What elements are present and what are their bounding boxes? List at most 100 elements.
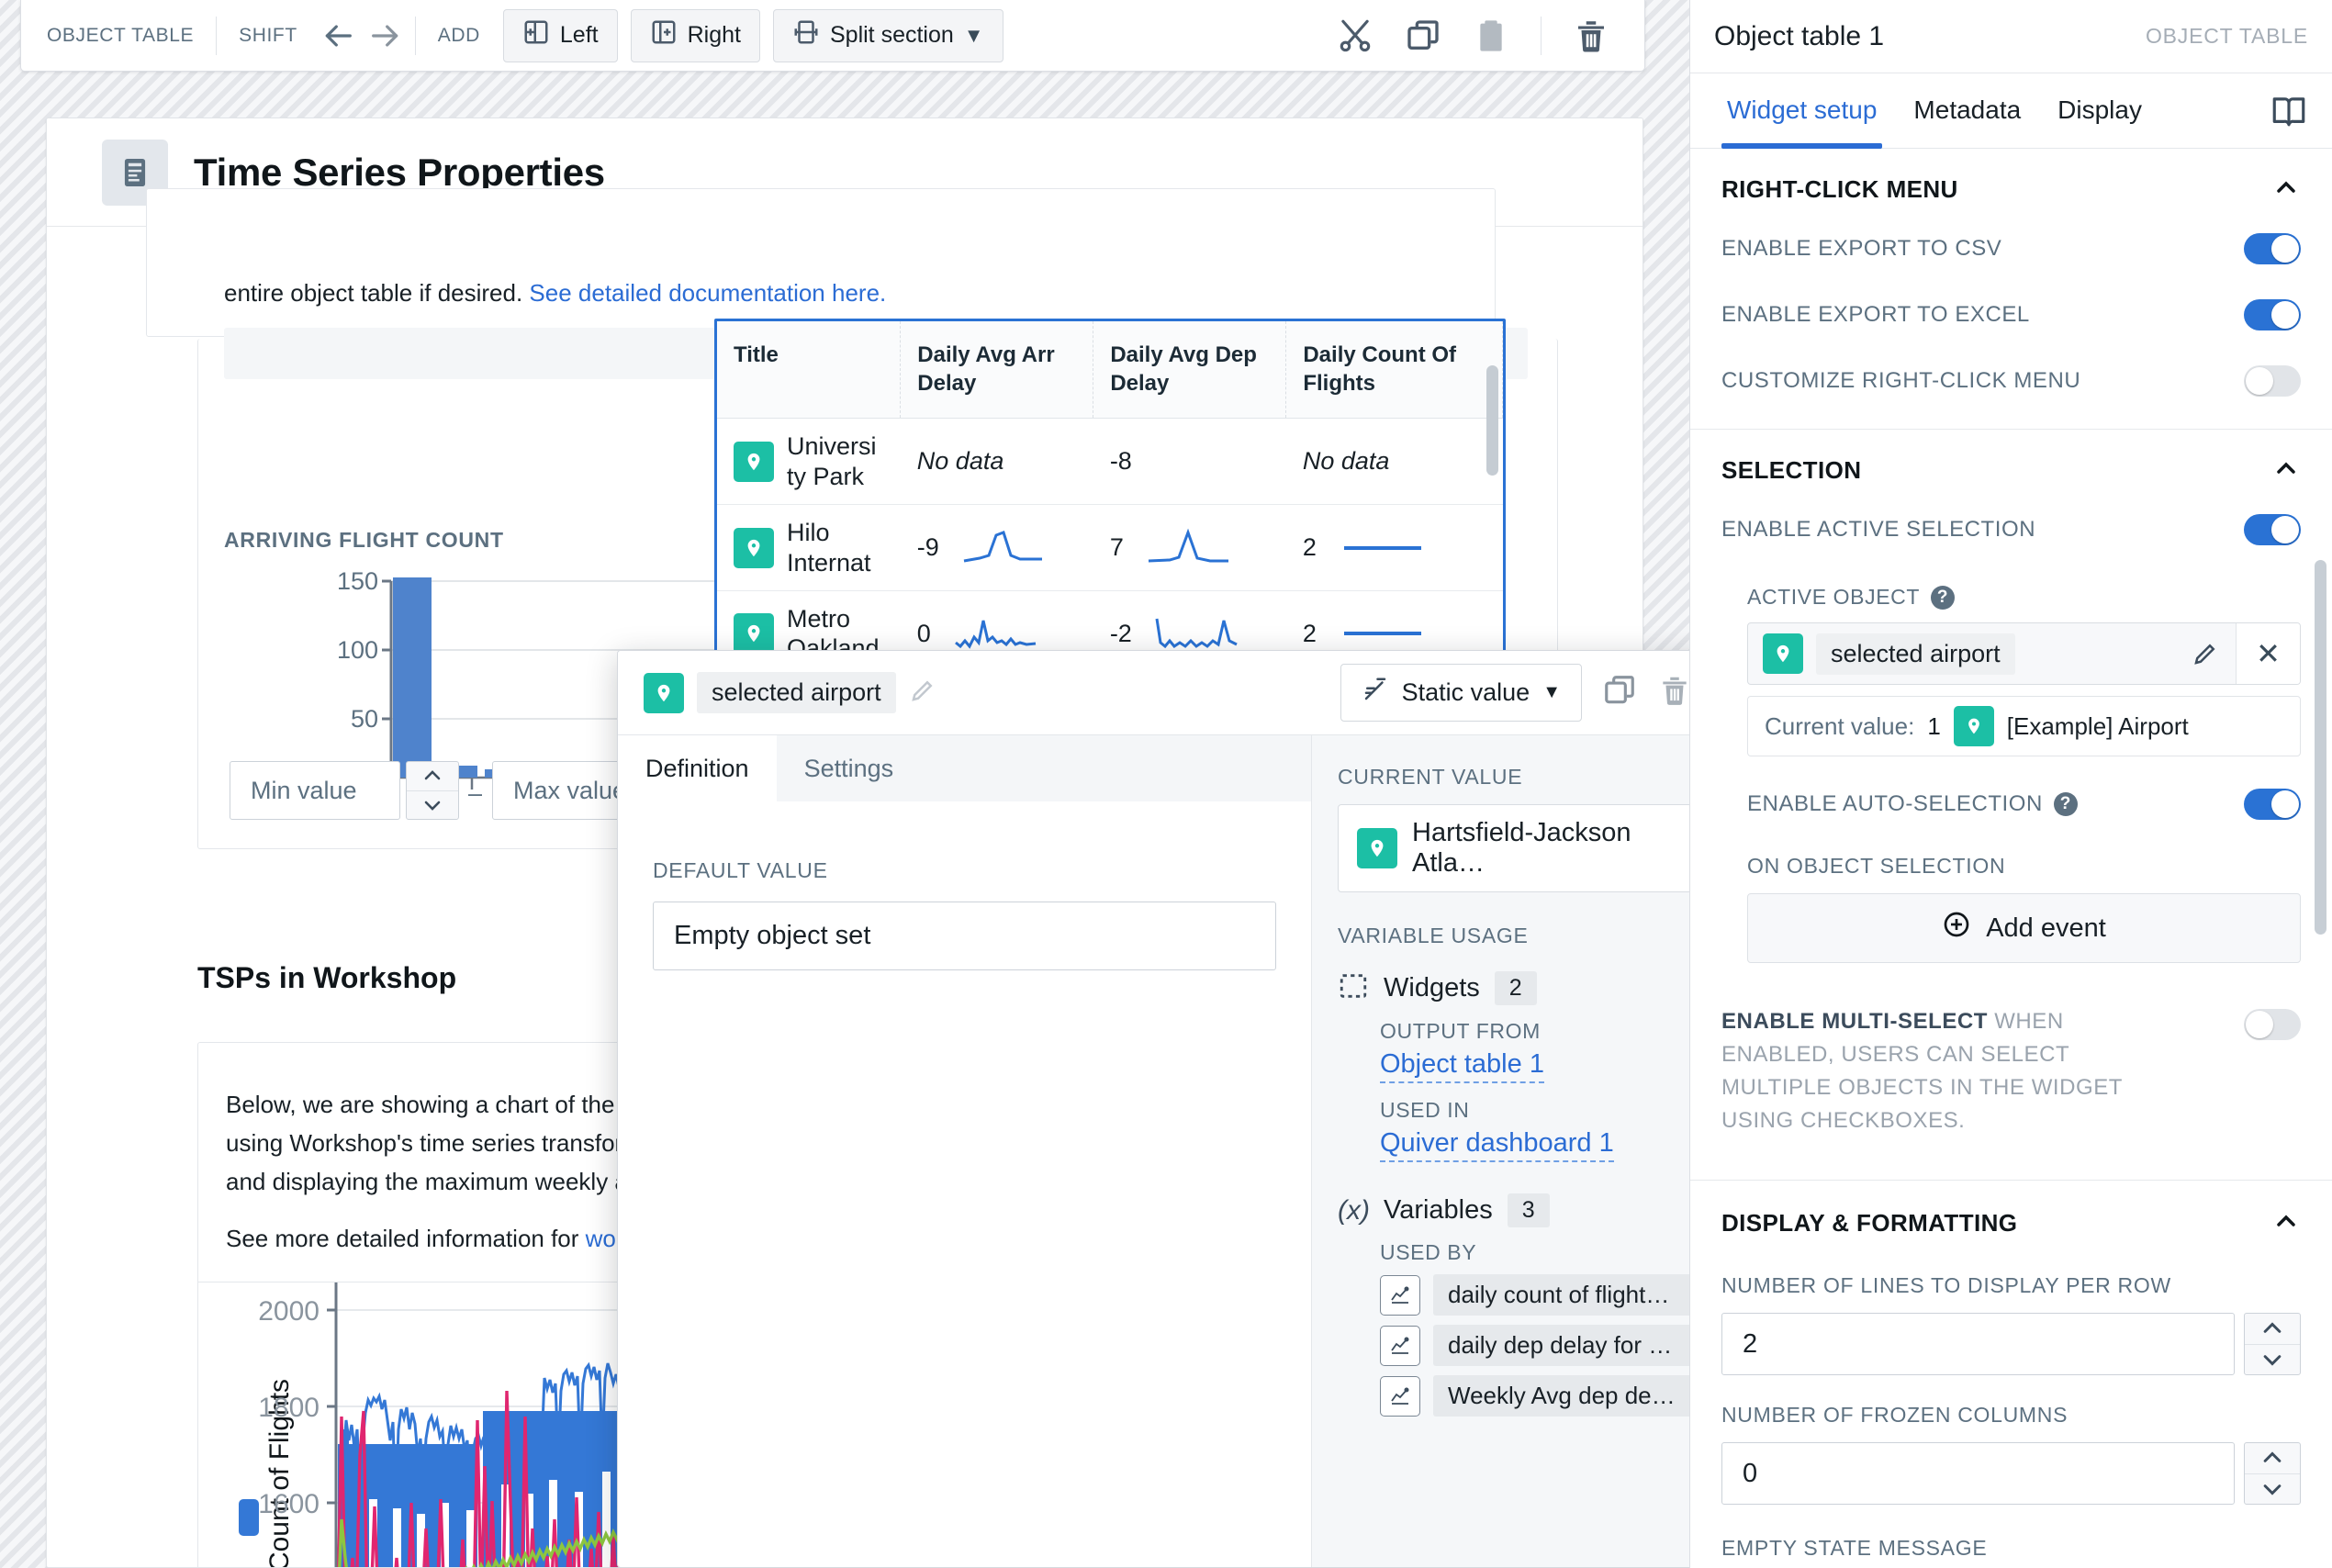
section-title: RIGHT-CLICK MENU (1721, 175, 1958, 203)
chevron-up-icon[interactable] (2271, 173, 2301, 207)
arrow-right-icon[interactable] (362, 12, 409, 60)
object-table-widget[interactable]: Title Daily Avg Arr Delay Daily Avg Dep … (714, 319, 1506, 654)
intro-link[interactable]: See detailed documentation here. (529, 279, 886, 307)
modal-trash-icon[interactable] (1657, 673, 1692, 712)
lines-per-row-stepper[interactable] (2244, 1313, 2301, 1375)
sparkline-dep (1155, 619, 1238, 649)
intro-text: entire object table if desired. (224, 279, 530, 307)
row-label: ENABLE AUTO-SELECTION ? (1747, 788, 2078, 821)
toggle-export-excel[interactable] (2244, 299, 2301, 330)
add-event-label: Add event (1986, 913, 2106, 943)
pencil-icon[interactable] (909, 677, 936, 709)
chevron-up-icon[interactable] (2271, 1206, 2301, 1240)
active-object-current-value: Current value: 1 [Example] Airport (1747, 696, 2301, 756)
min-value-input[interactable]: Min value (230, 761, 400, 820)
svg-text:150: 150 (337, 567, 378, 595)
help-icon[interactable]: ? (2053, 792, 2078, 816)
stepper-up-icon[interactable] (2245, 1443, 2300, 1474)
row-enable-auto-selection[interactable]: ENABLE AUTO-SELECTION ? (1690, 771, 2332, 837)
used-by-name: Weekly Avg dep delay (1433, 1375, 1692, 1417)
object-table-scrollbar[interactable] (1486, 365, 1498, 476)
magic-wand-icon (1362, 676, 1389, 710)
current-value-box[interactable]: Hartsfield-Jackson Atla… (1338, 804, 1692, 892)
clipboard-icon[interactable] (1467, 12, 1515, 60)
variable-chip[interactable]: selected airport (644, 672, 936, 713)
empty-state-group: EMPTY STATE MESSAGE (1690, 1536, 2332, 1561)
arrow-left-icon[interactable] (314, 12, 362, 60)
copy-icon[interactable] (1399, 12, 1447, 60)
map-pin-icon (1763, 633, 1803, 674)
active-object-field[interactable]: selected airport ✕ (1747, 622, 2301, 685)
default-value-input[interactable]: Empty object set (653, 902, 1276, 970)
table-row[interactable]: Universi ty Park No data -8 No data (717, 418, 1503, 506)
min-stepper-up-icon[interactable] (407, 762, 458, 791)
used-by-item[interactable]: daily count of flights fo… (1380, 1274, 1692, 1316)
tab-display[interactable]: Display (2045, 73, 2155, 149)
section-selection-header[interactable]: SELECTION (1690, 430, 2332, 497)
tab-definition[interactable]: Definition (618, 735, 777, 801)
add-left-button[interactable]: Left (502, 8, 618, 62)
output-from-link[interactable]: Object table 1 (1380, 1049, 1544, 1083)
used-by-item[interactable]: Weekly Avg dep delay (1380, 1375, 1692, 1417)
book-icon[interactable] (2270, 92, 2308, 130)
cell-arr-delay: 0 (916, 619, 931, 647)
default-value-label: DEFAULT VALUE (653, 858, 828, 882)
toggle-multi-select[interactable] (2244, 1009, 2301, 1040)
row-enable-export-excel[interactable]: ENABLE EXPORT TO EXCEL (1690, 282, 2332, 348)
row-enable-multi-select[interactable]: ENABLE MULTI-SELECT WHEN ENABLED, USERS … (1690, 989, 2332, 1154)
svg-text:1800: 1800 (258, 1393, 320, 1423)
row-label: ENABLE EXPORT TO CSV (1721, 236, 2002, 261)
table-row[interactable]: Hilo Internat -9 7 2 (717, 504, 1503, 591)
chevron-up-icon[interactable] (2271, 454, 2301, 487)
add-left-label: Left (559, 22, 599, 48)
add-right-button[interactable]: Right (630, 8, 760, 62)
tab-metadata[interactable]: Metadata (1900, 73, 2034, 149)
modal-header-actions: Static value ▼ (1340, 664, 1692, 722)
column-header-arr-delay[interactable]: Daily Avg Arr Delay (900, 321, 1094, 420)
column-header-flight-count[interactable]: Daily Count Of Flights (1285, 321, 1503, 420)
help-icon[interactable]: ? (1931, 585, 1955, 610)
map-pin-icon (1357, 828, 1397, 868)
tabs-filler (921, 735, 1311, 801)
value-mode-dropdown[interactable]: Static value ▼ (1340, 664, 1582, 722)
section-display-formatting-header[interactable]: DISPLAY & FORMATTING (1690, 1181, 2332, 1249)
used-in-link[interactable]: Quiver dashboard 1 (1380, 1128, 1614, 1162)
stepper-up-icon[interactable] (2245, 1314, 2300, 1345)
row-label: ENABLE ACTIVE SELECTION (1721, 517, 2036, 542)
row-enable-export-csv[interactable]: ENABLE EXPORT TO CSV (1690, 216, 2332, 282)
column-header-dep-delay[interactable]: Daily Avg Dep Delay (1093, 321, 1287, 420)
stepper-down-icon[interactable] (2245, 1474, 2300, 1505)
auto-selection-label-text: ENABLE AUTO-SELECTION (1747, 791, 2043, 816)
modal-copy-icon[interactable] (1602, 673, 1637, 712)
min-value-stepper[interactable] (406, 761, 459, 820)
lines-per-row-input[interactable]: 2 (1721, 1313, 2235, 1375)
add-event-button[interactable]: Add event (1747, 893, 2301, 963)
split-section-button[interactable]: Split section ▼ (772, 8, 1003, 62)
row-enable-active-selection[interactable]: ENABLE ACTIVE SELECTION (1690, 497, 2332, 563)
used-by-item[interactable]: daily dep delay for sele… (1380, 1325, 1692, 1366)
table-row[interactable]: Metro Oakland 0 -2 2 (717, 590, 1503, 651)
edit-pencil-icon[interactable] (2175, 640, 2236, 667)
toggle-auto-selection[interactable] (2244, 789, 2301, 820)
column-header-title[interactable]: Title (717, 321, 902, 420)
section-right-click-menu-header[interactable]: RIGHT-CLICK MENU (1690, 149, 2332, 216)
tab-widget-setup[interactable]: Widget setup (1714, 73, 1889, 149)
clear-active-object-button[interactable]: ✕ (2236, 623, 2300, 684)
toggle-active-selection[interactable] (2244, 514, 2301, 545)
frozen-columns-label: NUMBER OF FROZEN COLUMNS (1721, 1403, 2069, 1427)
widgets-label: Widgets (1384, 973, 1480, 1002)
min-stepper-down-icon[interactable] (407, 791, 458, 820)
chart-variable-icon (1380, 1375, 1420, 1417)
scissors-icon[interactable] (1331, 12, 1379, 60)
tab-settings[interactable]: Settings (776, 735, 922, 801)
toggle-customize-right-click[interactable] (2244, 365, 2301, 397)
trash-icon[interactable] (1567, 12, 1615, 60)
row-customize-right-click[interactable]: CUSTOMIZE RIGHT-CLICK MENU (1690, 348, 2332, 414)
row-title: Universi ty Park (787, 432, 877, 490)
stepper-down-icon[interactable] (2245, 1345, 2300, 1375)
toggle-export-csv[interactable] (2244, 233, 2301, 264)
frozen-columns-input[interactable]: 0 (1721, 1442, 2235, 1505)
frozen-columns-stepper[interactable] (2244, 1442, 2301, 1505)
map-pin-icon (644, 672, 684, 713)
config-panel-scrollbar[interactable] (2315, 560, 2326, 935)
